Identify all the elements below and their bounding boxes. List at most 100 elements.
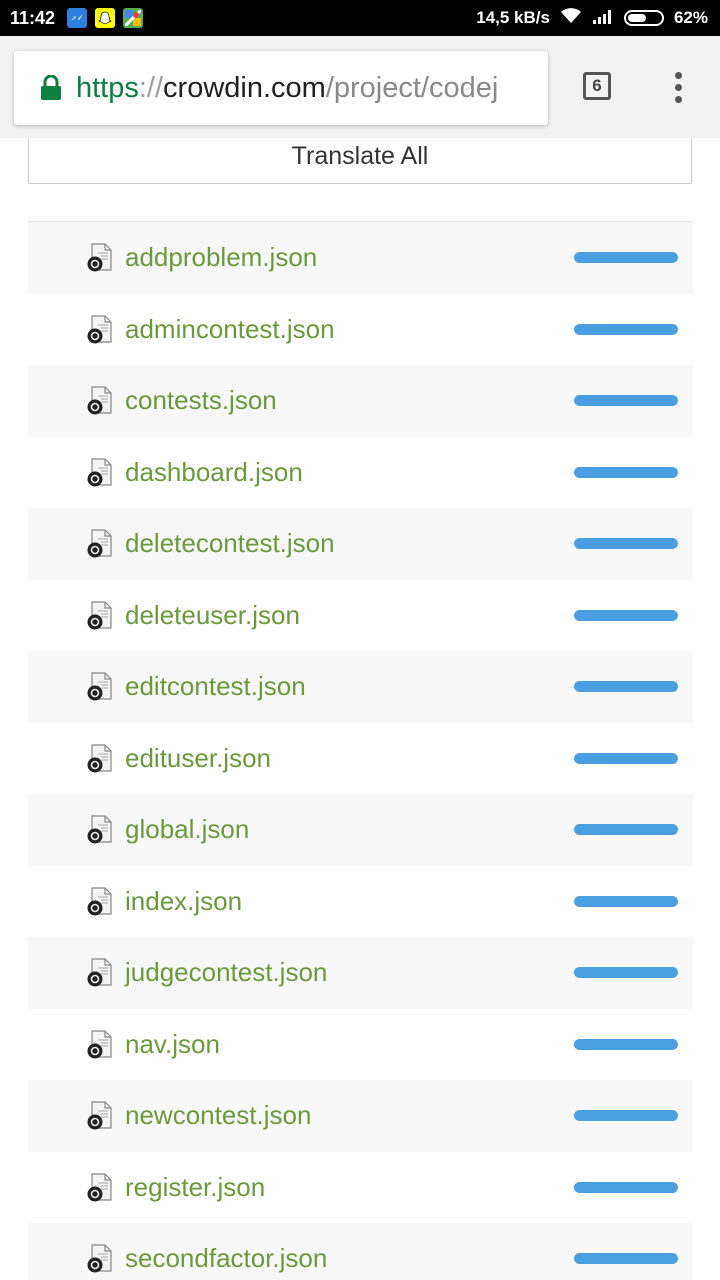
file-row[interactable]: edituser.json — [28, 723, 693, 795]
url-text[interactable]: https://crowdin.com/project/codej — [76, 72, 548, 105]
translation-progress-fill — [574, 1181, 678, 1193]
url-scheme: https — [76, 71, 139, 104]
json-file-icon — [87, 529, 112, 558]
translation-progress-bar — [574, 681, 678, 693]
file-name-link[interactable]: admincontest.json — [125, 314, 335, 345]
json-file-icon — [87, 1101, 112, 1130]
file-row[interactable]: index.json — [28, 866, 693, 938]
file-name-link[interactable]: contests.json — [125, 385, 277, 416]
json-file-icon — [87, 815, 112, 844]
file-row[interactable]: admincontest.json — [28, 294, 693, 366]
file-row[interactable]: judgecontest.json — [28, 937, 693, 1009]
json-file-icon — [87, 243, 112, 272]
translation-progress-bar — [574, 1038, 678, 1050]
file-name-link[interactable]: editcontest.json — [125, 671, 306, 702]
address-bar[interactable]: https://crowdin.com/project/codej — [14, 51, 548, 125]
translation-progress-bar — [574, 895, 678, 907]
file-name-link[interactable]: deleteuser.json — [125, 600, 300, 631]
file-row[interactable]: secondfactor.json — [28, 1223, 693, 1280]
json-file-icon — [87, 743, 112, 772]
signal-icon — [592, 7, 614, 30]
tab-switcher-button[interactable]: 6 — [583, 72, 611, 100]
translation-progress-fill — [574, 824, 678, 836]
translation-progress-bar — [574, 967, 678, 979]
json-file-icon — [87, 672, 112, 701]
url-separator: :// — [138, 71, 164, 104]
more-options-icon[interactable] — [672, 72, 684, 106]
translation-progress-bar — [574, 395, 678, 407]
file-name-link[interactable]: judgecontest.json — [125, 957, 327, 988]
translation-progress-bar — [574, 1110, 678, 1122]
file-name-link[interactable]: global.json — [125, 814, 249, 845]
status-bar-right: 14,5 kB/s 62% — [476, 7, 720, 30]
url-host: crowdin.com — [163, 71, 326, 104]
battery-percent: 62% — [673, 8, 708, 27]
json-file-icon — [87, 958, 112, 987]
translation-progress-fill — [574, 609, 678, 621]
json-file-icon — [87, 886, 112, 915]
translation-progress-fill — [574, 1253, 678, 1265]
status-bar-left: 11:42 — [0, 7, 144, 29]
file-name-link[interactable]: index.json — [125, 886, 242, 917]
translation-progress-bar — [574, 323, 678, 335]
translation-progress-fill — [574, 538, 678, 550]
snapchat-icon — [95, 8, 116, 28]
file-row[interactable]: dashboard.json — [28, 437, 693, 509]
file-row[interactable]: addproblem.json — [28, 222, 693, 294]
file-row[interactable]: deletecontest.json — [28, 508, 693, 580]
json-file-icon — [87, 1244, 112, 1273]
translation-progress-fill — [574, 466, 678, 478]
translation-progress-fill — [574, 895, 678, 907]
translation-progress-fill — [574, 252, 678, 264]
file-name-link[interactable]: addproblem.json — [125, 242, 317, 273]
file-row[interactable]: newcontest.json — [28, 1080, 693, 1152]
file-name-link[interactable]: secondfactor.json — [125, 1243, 327, 1274]
file-name-link[interactable]: dashboard.json — [125, 457, 303, 488]
battery-icon — [623, 10, 664, 26]
network-speed: 14,5 kB/s — [476, 8, 550, 27]
browser-toolbar: https://crowdin.com/project/codej 6 — [0, 36, 720, 138]
url-path: /project/codej — [325, 71, 499, 104]
file-row[interactable]: editcontest.json — [28, 651, 693, 723]
maps-icon — [123, 8, 144, 28]
json-file-icon — [87, 600, 112, 629]
messenger-icon — [67, 8, 88, 28]
translation-progress-fill — [574, 967, 678, 979]
json-file-icon — [87, 386, 112, 415]
wifi-icon — [560, 7, 582, 30]
translation-progress-bar — [574, 1181, 678, 1193]
file-list: addproblem.json admincontest.json contes… — [28, 221, 693, 1280]
translation-progress-fill — [574, 323, 678, 335]
translation-progress-bar — [574, 538, 678, 550]
translation-progress-bar — [574, 752, 678, 764]
page-content: Translate All addproblem.json adminconte… — [0, 138, 720, 1280]
clock: 11:42 — [10, 7, 56, 28]
translation-progress-fill — [574, 1038, 678, 1050]
file-name-link[interactable]: nav.json — [125, 1029, 220, 1060]
translation-progress-bar — [574, 824, 678, 836]
json-file-icon — [87, 314, 112, 343]
lock-icon — [41, 75, 61, 100]
status-bar: 11:42 14,5 kB/s 62% — [0, 0, 720, 36]
file-name-link[interactable]: register.json — [125, 1172, 265, 1203]
file-name-link[interactable]: edituser.json — [125, 743, 271, 774]
translation-progress-fill — [574, 395, 678, 407]
tab-count: 6 — [592, 76, 602, 95]
json-file-icon — [87, 457, 112, 486]
file-row[interactable]: register.json — [28, 1152, 693, 1224]
file-name-link[interactable]: newcontest.json — [125, 1100, 311, 1131]
file-row[interactable]: nav.json — [28, 1009, 693, 1081]
json-file-icon — [87, 1029, 112, 1058]
translation-progress-bar — [574, 1253, 678, 1265]
json-file-icon — [87, 1172, 112, 1201]
translation-progress-fill — [574, 681, 678, 693]
file-name-link[interactable]: deletecontest.json — [125, 528, 335, 559]
translation-progress-fill — [574, 752, 678, 764]
translation-progress-bar — [574, 252, 678, 264]
translate-all-button[interactable]: Translate All — [28, 138, 692, 184]
translation-progress-bar — [574, 609, 678, 621]
file-row[interactable]: deleteuser.json — [28, 580, 693, 652]
file-row[interactable]: contests.json — [28, 365, 693, 437]
file-row[interactable]: global.json — [28, 794, 693, 866]
translation-progress-fill — [574, 1110, 678, 1122]
